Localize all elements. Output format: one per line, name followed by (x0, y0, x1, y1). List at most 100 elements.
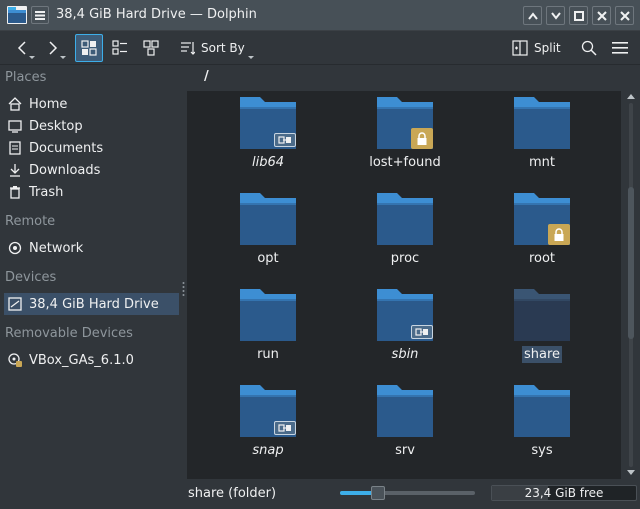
maximize-icon (573, 10, 584, 21)
compact-view-button[interactable] (106, 34, 134, 62)
place-desktop[interactable]: Desktop (0, 115, 178, 137)
place-vbox-gas-label: VBox_GAs_6.1.0 (29, 352, 134, 368)
free-space-indicator: 23,4 GiB free (491, 485, 637, 501)
lock-icon (548, 224, 570, 245)
sort-by-label: Sort By (201, 41, 245, 55)
place-network[interactable]: Network (0, 237, 178, 259)
folder-item[interactable]: srv (350, 379, 460, 475)
main-toolbar: Sort By Split (0, 31, 640, 65)
folder-name-text: lib64 (251, 155, 285, 170)
symlink-icon (411, 325, 433, 339)
place-vbox-gas[interactable]: VBox_GAs_6.1.0 (0, 349, 178, 371)
trash-icon (7, 184, 23, 200)
folder-name-text: mnt (529, 155, 555, 170)
title-bar[interactable]: 38,4 GiB Hard Drive — Dolphin (0, 0, 640, 31)
folder-icon (514, 385, 570, 437)
maximize-button[interactable] (569, 6, 588, 25)
keep-above-button[interactable] (523, 6, 542, 25)
zoom-slider[interactable] (340, 491, 475, 495)
folder-name-text: opt (257, 251, 279, 266)
place-home[interactable]: Home (0, 93, 178, 115)
hamburger-icon (612, 42, 628, 54)
window-menu-button[interactable] (31, 6, 49, 24)
sort-icon (181, 42, 195, 55)
folder-name-text: root (528, 251, 556, 266)
minimize-button[interactable] (546, 6, 565, 25)
home-icon (7, 96, 23, 112)
lock-icon (411, 128, 433, 149)
place-downloads-label: Downloads (29, 162, 101, 178)
place-trash[interactable]: Trash (0, 181, 178, 203)
split-button[interactable]: Split (508, 34, 564, 62)
close-window-icon (619, 10, 630, 21)
place-documents[interactable]: Documents (0, 137, 178, 159)
menu-icon (35, 10, 45, 20)
folder-item[interactable]: sys (487, 379, 597, 475)
close-window-button[interactable] (615, 6, 634, 25)
folder-item[interactable]: run (213, 283, 323, 379)
window-title: 38,4 GiB Hard Drive — Dolphin (56, 7, 257, 22)
section-places: Places (5, 70, 47, 85)
folder-name-text: lost+found (369, 155, 441, 170)
folder-icon (240, 289, 296, 341)
back-button[interactable] (9, 34, 35, 62)
folder-name: root (487, 251, 597, 266)
optical-disc-icon (7, 352, 23, 368)
folder-name: opt (213, 251, 323, 266)
folder-item[interactable]: sbin (350, 283, 460, 379)
arrow-right-icon (49, 41, 58, 55)
folder-name-text: sys (531, 443, 553, 458)
close-button[interactable] (592, 6, 611, 25)
place-desktop-label: Desktop (29, 118, 83, 134)
folder-name: snap (213, 443, 323, 458)
section-devices: Devices (5, 270, 57, 285)
place-trash-label: Trash (29, 184, 64, 200)
close-icon (596, 10, 607, 21)
downloads-icon (7, 162, 23, 178)
folder-icon (514, 289, 570, 341)
chevron-up-icon (527, 11, 538, 20)
folder-name: sbin (350, 347, 460, 362)
icons-view-button[interactable] (75, 34, 103, 62)
chevron-down-icon (550, 11, 561, 20)
folder-icon (240, 193, 296, 245)
panel-splitter-handle[interactable] (182, 280, 185, 298)
folder-item[interactable]: share (487, 283, 597, 379)
folder-name: mnt (487, 155, 597, 170)
network-icon (7, 240, 23, 256)
folder-item[interactable]: lost+found (350, 91, 460, 187)
hamburger-menu-button[interactable] (607, 34, 633, 62)
place-hard-drive[interactable]: 38,4 GiB Hard Drive (4, 293, 179, 315)
scroll-thumb[interactable] (628, 187, 634, 339)
place-network-label: Network (29, 240, 84, 256)
scroll-up-arrow[interactable] (627, 94, 635, 99)
folder-name: share (487, 346, 597, 363)
folder-item[interactable]: mnt (487, 91, 597, 187)
status-selection-text: share (folder) (188, 486, 277, 501)
folder-item[interactable]: snap (213, 379, 323, 475)
location-bar[interactable]: / (187, 65, 640, 91)
folder-icon (514, 97, 570, 149)
split-label: Split (534, 41, 561, 55)
hard-drive-icon (7, 296, 23, 312)
folder-item[interactable]: proc (350, 187, 460, 283)
file-view[interactable]: lib64 lost+found mnt opt proc root run sbin shar… (187, 91, 621, 479)
forward-button[interactable] (40, 34, 66, 62)
section-remote: Remote (5, 214, 56, 229)
dolphin-app-icon[interactable] (7, 6, 27, 24)
vertical-scrollbar[interactable] (623, 91, 639, 479)
folder-item[interactable]: root (487, 187, 597, 283)
folder-item[interactable]: opt (213, 187, 323, 283)
scroll-down-arrow[interactable] (627, 470, 635, 475)
folder-icon (377, 193, 433, 245)
zoom-slider-handle[interactable] (371, 486, 385, 500)
split-view-icon (512, 40, 528, 56)
folder-name-text: share (521, 346, 563, 363)
search-button[interactable] (576, 34, 602, 62)
folder-item[interactable]: lib64 (213, 91, 323, 187)
folder-name: lib64 (213, 155, 323, 170)
place-downloads[interactable]: Downloads (0, 159, 178, 181)
details-view-button[interactable] (137, 34, 165, 62)
breadcrumb-root[interactable]: / (204, 69, 209, 84)
sort-by-button[interactable]: Sort By (174, 34, 258, 62)
